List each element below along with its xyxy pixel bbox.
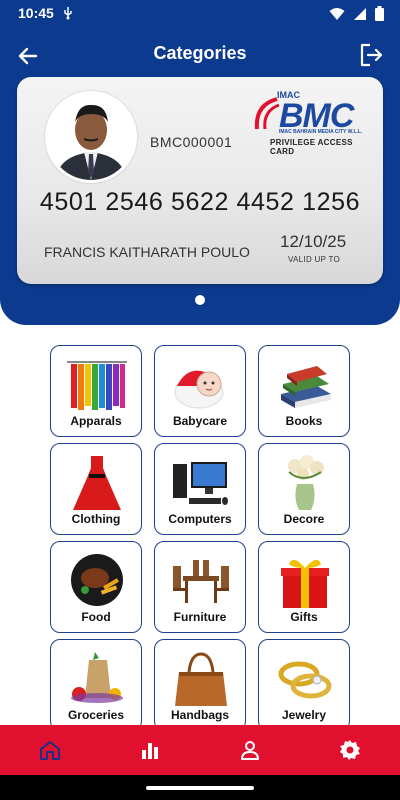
avatar [45,91,137,183]
profile-photo [48,94,134,180]
category-food[interactable]: Food [50,541,142,633]
category-jewelry[interactable]: Jewelry [258,639,350,725]
status-bar: 10:45 [0,0,400,28]
category-label: Books [285,414,323,428]
card-expiry: 12/10/25 [280,232,347,251]
page-title: Categories [153,43,247,63]
gifts-icon [281,559,329,608]
member-id: BMC000001 [150,134,233,150]
category-label: Babycare [172,414,228,428]
category-label: Jewelry [281,708,327,722]
card-number: 4501 2546 5622 4452 1256 [39,188,361,216]
logout-icon[interactable] [356,40,386,70]
category-computers[interactable]: Computers [154,443,246,535]
jewelry-icon [278,661,332,699]
category-label: Handbags [170,708,229,722]
category-label: Decore [283,512,325,526]
gear-icon[interactable] [338,738,362,762]
decore-icon [288,455,324,510]
category-grid: Apparals Babycare Books Clothing Compute… [0,345,400,725]
card-holder-name: FRANCIS KAITHARATH POULO [44,244,250,260]
clothing-icon [73,456,121,510]
home-gesture-bar[interactable] [146,786,254,790]
groceries-icon [71,652,123,703]
category-label: Groceries [67,708,125,722]
battery-icon [375,6,384,21]
category-label: Furniture [173,610,227,624]
food-icon [71,554,123,606]
babycare-icon [174,370,224,409]
usb-icon [64,7,72,20]
category-apparels[interactable]: Apparals [50,345,142,437]
category-label: Computers [168,512,232,526]
signal-icon [354,7,366,20]
home-icon[interactable] [38,738,62,762]
category-decore[interactable]: Decore [258,443,350,535]
category-groceries[interactable]: Groceries [50,639,142,725]
status-icons [329,6,384,21]
bmc-swoosh-icon [254,97,280,130]
furniture-icon [173,560,229,603]
handbags-icon [175,652,227,706]
header: Categories BMC000001 IMAC BMC IMAC BAHRA… [0,28,400,325]
carousel-dot[interactable] [195,295,205,305]
category-books[interactable]: Books [258,345,350,437]
category-gifts[interactable]: Gifts [258,541,350,633]
status-time: 10:45 [18,5,54,21]
category-handbags[interactable]: Handbags [154,639,246,725]
bottom-nav [0,725,400,775]
category-label: Apparals [70,414,122,428]
wifi-icon [329,7,345,20]
category-label: Food [81,610,111,624]
category-clothing[interactable]: Clothing [50,443,142,535]
screen: 10:45 Categories BMC000001 IMAC BMC IMAC… [0,0,400,800]
category-babycare[interactable]: Babycare [154,345,246,437]
books-icon [281,366,331,408]
system-gesture-area [0,775,400,800]
chart-icon[interactable] [138,738,162,762]
logo-company-text: IMAC BAHRAIN MEDIA CITY W.L.L. [279,129,363,135]
computers-icon [173,462,228,505]
bmc-logo: IMAC BMC IMAC BAHRAIN MEDIA CITY W.L.L. … [251,87,371,156]
category-furniture[interactable]: Furniture [154,541,246,633]
category-label: Clothing [71,512,121,526]
logo-privilege-text: PRIVILEGE ACCESS CARD [270,138,353,156]
apparels-icon [67,361,127,410]
valid-up-to-label: VALID UP TO [288,255,341,264]
category-label: Gifts [290,610,318,624]
membership-card[interactable]: BMC000001 IMAC BMC IMAC BAHRAIN MEDIA CI… [17,77,383,284]
person-icon[interactable] [238,738,262,762]
